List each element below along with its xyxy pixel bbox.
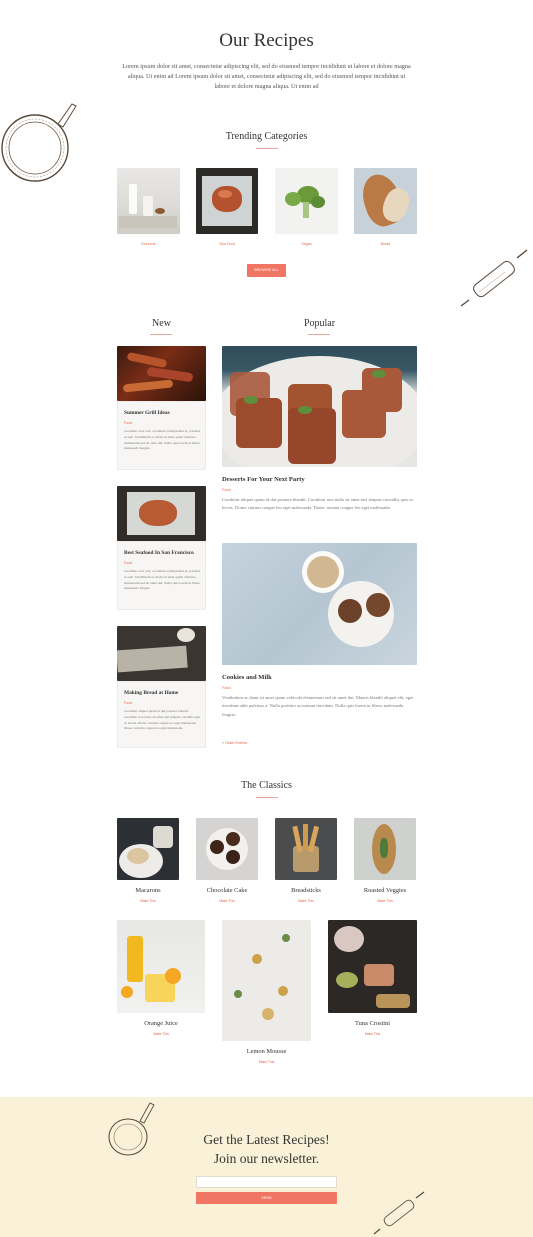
category-label-vegan[interactable]: Vegan xyxy=(275,242,338,246)
new-card-title[interactable]: Best Seafood In San Francisco xyxy=(124,550,194,556)
new-card-image-seafood[interactable] xyxy=(117,486,206,541)
classic-image-tuna-crostini[interactable] xyxy=(328,920,417,1013)
new-card-excerpt: Curabitur arcu erat, accumsan id imperdi… xyxy=(124,429,201,451)
classic-name[interactable]: Tuna Crostini xyxy=(328,1020,417,1027)
popular-divider xyxy=(308,334,330,335)
make-this-link[interactable]: Make This xyxy=(196,899,258,903)
classic-name[interactable]: Lemon Mousse xyxy=(222,1048,311,1055)
new-title: New xyxy=(152,318,171,329)
new-card-title[interactable]: Summer Grill Ideas xyxy=(124,410,170,416)
category-label-sea-food[interactable]: Sea Food xyxy=(196,242,258,246)
new-card-category[interactable]: Food xyxy=(124,561,132,565)
popular-post-excerpt: Vestibulum ac diam sit amet quam vehicul… xyxy=(222,695,414,717)
category-image-sea-food[interactable] xyxy=(196,168,258,234)
trending-divider xyxy=(256,148,278,149)
classic-name[interactable]: Roasted Veggies xyxy=(354,887,416,894)
category-label-bread[interactable]: Bread xyxy=(354,242,417,246)
make-this-link[interactable]: Make This xyxy=(275,899,337,903)
make-this-link[interactable]: Make This xyxy=(328,1032,417,1036)
category-image-vegan[interactable] xyxy=(275,168,338,234)
classic-image-roasted-veggies[interactable] xyxy=(354,818,416,880)
popular-title: Popular xyxy=(303,318,336,329)
classic-name[interactable]: Orange Juice xyxy=(117,1020,205,1027)
classic-image-lemon-mousse[interactable] xyxy=(222,920,311,1041)
make-this-link[interactable]: Make This xyxy=(117,1032,205,1036)
new-card-category[interactable]: Food xyxy=(124,421,132,425)
classic-name[interactable]: Macarons xyxy=(117,887,179,894)
make-this-link[interactable]: Make This xyxy=(222,1060,311,1064)
newsletter-subtitle: Join our newsletter. xyxy=(213,1151,320,1166)
popular-image-desserts[interactable] xyxy=(222,346,417,467)
send-button[interactable]: SEND xyxy=(196,1192,337,1204)
classics-title: The Classics xyxy=(241,780,292,791)
intro-text: Lorem ipsum dolor sit amet, consectetur … xyxy=(122,63,411,90)
new-card-excerpt: Curabitur aliquet quam id dui posuere bl… xyxy=(124,709,201,731)
page-title: Our Recipes xyxy=(219,30,314,51)
frying-pan-illustration xyxy=(1,103,77,182)
new-card-image-bread[interactable] xyxy=(117,626,206,681)
classic-image-macarons[interactable] xyxy=(117,818,179,880)
make-this-link[interactable]: Make This xyxy=(117,899,179,903)
classic-image-orange-juice[interactable] xyxy=(117,920,205,1013)
popular-post-category[interactable]: Food xyxy=(222,488,231,492)
new-card[interactable]: Making Bread at Home Food Curabitur aliq… xyxy=(117,681,206,748)
popular-post-title[interactable]: Desserts For Your Next Party xyxy=(222,476,305,483)
browse-all-button[interactable]: BROWSE ALL xyxy=(247,264,286,277)
classics-divider xyxy=(256,797,278,798)
classic-image-breadsticks[interactable] xyxy=(275,818,337,880)
newsletter-email-input[interactable] xyxy=(196,1176,337,1188)
popular-post-excerpt: Curabitur aliquet quam id dui posuere bl… xyxy=(222,497,414,511)
new-card[interactable]: Summer Grill Ideas Food Curabitur arcu e… xyxy=(117,401,206,470)
make-this-link[interactable]: Make This xyxy=(354,899,416,903)
older-entries-link[interactable]: « Older Entries xyxy=(222,741,247,745)
rolling-pin-illustration xyxy=(373,1191,425,1235)
popular-image-cookies[interactable] xyxy=(222,543,417,665)
new-card-category[interactable]: Food xyxy=(124,701,132,705)
category-label-desserts[interactable]: Desserts xyxy=(117,242,180,246)
new-divider xyxy=(150,334,172,335)
classic-image-chocolate-cake[interactable] xyxy=(196,818,258,880)
rolling-pin-illustration xyxy=(460,249,528,307)
popular-post-title[interactable]: Cookies and Milk xyxy=(222,674,272,681)
new-card-image-grill[interactable] xyxy=(117,346,206,401)
new-card-title[interactable]: Making Bread at Home xyxy=(124,690,178,696)
new-card-excerpt: Curabitur arcu erat, accumsan id imperdi… xyxy=(124,569,201,591)
popular-post-category[interactable]: Food xyxy=(222,686,231,690)
category-image-bread[interactable] xyxy=(354,168,417,234)
newsletter-title: Get the Latest Recipes! xyxy=(203,1132,330,1147)
trending-title: Trending Categories xyxy=(225,131,308,142)
classic-name[interactable]: Chocolate Cake xyxy=(196,887,258,894)
new-card[interactable]: Best Seafood In San Francisco Food Curab… xyxy=(117,541,206,610)
classic-name[interactable]: Breadsticks xyxy=(275,887,337,894)
category-image-desserts[interactable] xyxy=(117,168,180,234)
